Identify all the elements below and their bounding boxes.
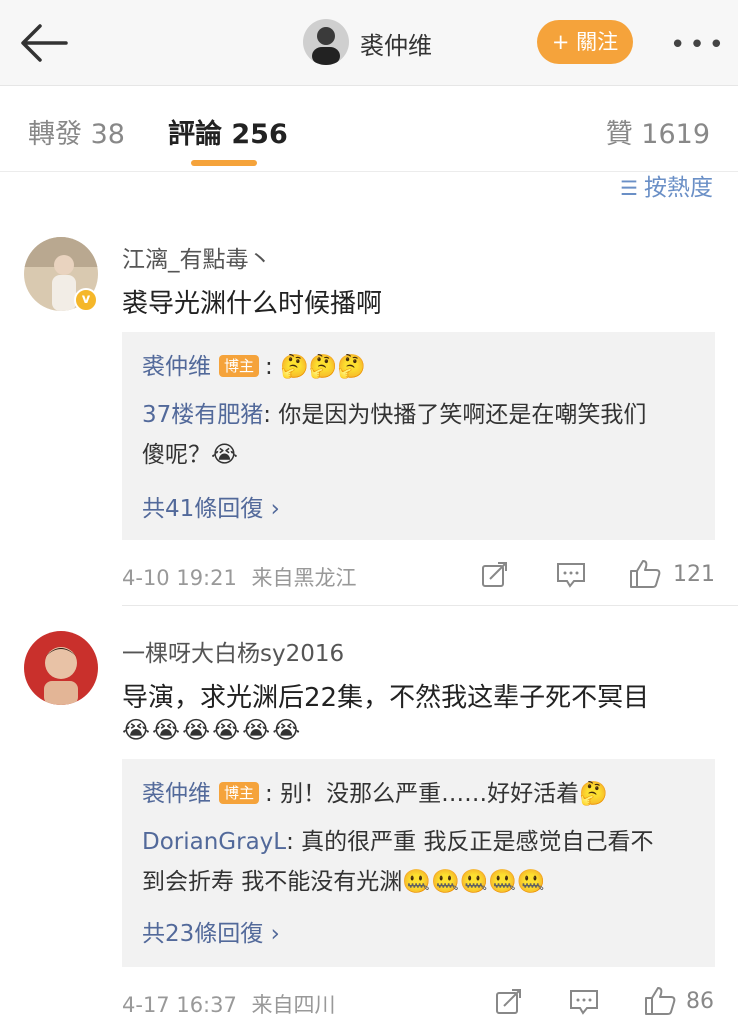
more-replies-link[interactable]: 共23條回復 › (142, 914, 280, 948)
repost-icon[interactable] (480, 560, 510, 590)
reply-text: : 别！没那么严重……好好活着🤔 (265, 781, 608, 807)
tab-bar: 轉發 38 評論 256 贊 1619 (0, 86, 738, 172)
more-options-icon[interactable]: ••• (670, 30, 728, 60)
reply-box[interactable]: 裘仲维 博主: 别！没那么严重……好好活着🤔 DorianGrayL: 真的很严重… (122, 759, 715, 967)
divider (122, 605, 738, 606)
author-tag: 博主 (219, 355, 260, 377)
reply-line: 37楼有肥猪: 你是因为快播了笑啊还是在嘲笑我们 (142, 395, 646, 435)
like-count: 86 (686, 989, 714, 1014)
tab-comment[interactable]: 評論 256 (168, 112, 288, 151)
comment-meta: 4-10 19:21 来自黑龙江 (122, 562, 357, 592)
reply-text: : 真的很严重 我反正是感觉自己看不 (286, 829, 654, 855)
reply-text: : 你是因为快播了笑啊还是在嘲笑我们 (263, 402, 647, 428)
comment-icon[interactable] (568, 987, 600, 1017)
reply-line: 到会折寿 我不能没有光渊🤐🤐🤐🤐🤐 (142, 862, 546, 902)
reply-author[interactable]: DorianGrayL (142, 829, 286, 855)
commenter-name[interactable]: 江漓_有點毒丶 (122, 240, 272, 274)
comment-icon[interactable] (555, 560, 587, 590)
comment-time: 4-17 16:37 (122, 993, 237, 1017)
reply-author[interactable]: 37楼有肥猪 (142, 402, 263, 428)
follow-button[interactable]: + 關注 (537, 20, 633, 64)
reply-box[interactable]: 裘仲维 博主: 🤔🤔🤔 37楼有肥猪: 你是因为快播了笑啊还是在嘲笑我们 傻呢？😭… (122, 332, 715, 540)
reply-line: 裘仲维 博主: 别！没那么严重……好好活着🤔 (142, 774, 608, 814)
reply-line: DorianGrayL: 真的很严重 我反正是感觉自己看不 (142, 822, 653, 862)
comment-emojis: 😭😭😭😭😭😭 (122, 716, 303, 744)
repost-icon[interactable] (494, 987, 524, 1017)
reply-text: 傻呢？😭 (142, 442, 238, 468)
author-name[interactable]: 裘仲维 (360, 26, 432, 61)
sort-icon: ☰ (620, 176, 638, 200)
like-icon[interactable] (628, 558, 662, 590)
comment-time: 4-10 19:21 (122, 566, 237, 590)
reply-line: 傻呢？😭 (142, 435, 238, 475)
commenter-avatar[interactable] (24, 631, 98, 705)
comment-source: 来自黑龙江 (251, 566, 357, 590)
author-tag: 博主 (219, 782, 260, 804)
reply-author[interactable]: 裘仲维 (142, 354, 211, 380)
sort-label: 按熱度 (644, 175, 713, 201)
top-bar: 裘仲维 + 關注 ••• (0, 0, 738, 86)
comment-meta: 4-17 16:37 来自四川 (122, 989, 336, 1019)
reply-line: 裘仲维 博主: 🤔🤔🤔 (142, 347, 366, 387)
comment-text: 导演，求光渊后22集，不然我这辈子死不冥目 (122, 683, 650, 713)
comment-text: 裘导光渊什么时候播啊 (122, 289, 383, 319)
reply-text: 到会折寿 我不能没有光渊🤐🤐🤐🤐🤐 (142, 869, 546, 895)
tab-active-indicator (191, 160, 257, 166)
reply-author[interactable]: 裘仲维 (142, 781, 211, 807)
commenter-name[interactable]: 一棵呀大白杨sy2016 (122, 634, 344, 668)
tab-repost[interactable]: 轉發 38 (28, 112, 125, 151)
reply-text: : 🤔🤔🤔 (265, 354, 366, 380)
verified-badge-icon: v (74, 288, 98, 312)
comment-source: 来自四川 (251, 993, 336, 1017)
sort-toggle[interactable]: ☰ 按熱度 (620, 168, 713, 202)
back-arrow-icon[interactable] (18, 22, 70, 64)
more-replies-link[interactable]: 共41條回復 › (142, 489, 280, 523)
like-icon[interactable] (643, 985, 677, 1017)
like-count: 121 (673, 562, 715, 587)
author-avatar[interactable] (303, 19, 349, 65)
tab-like[interactable]: 贊 1619 (606, 112, 710, 151)
